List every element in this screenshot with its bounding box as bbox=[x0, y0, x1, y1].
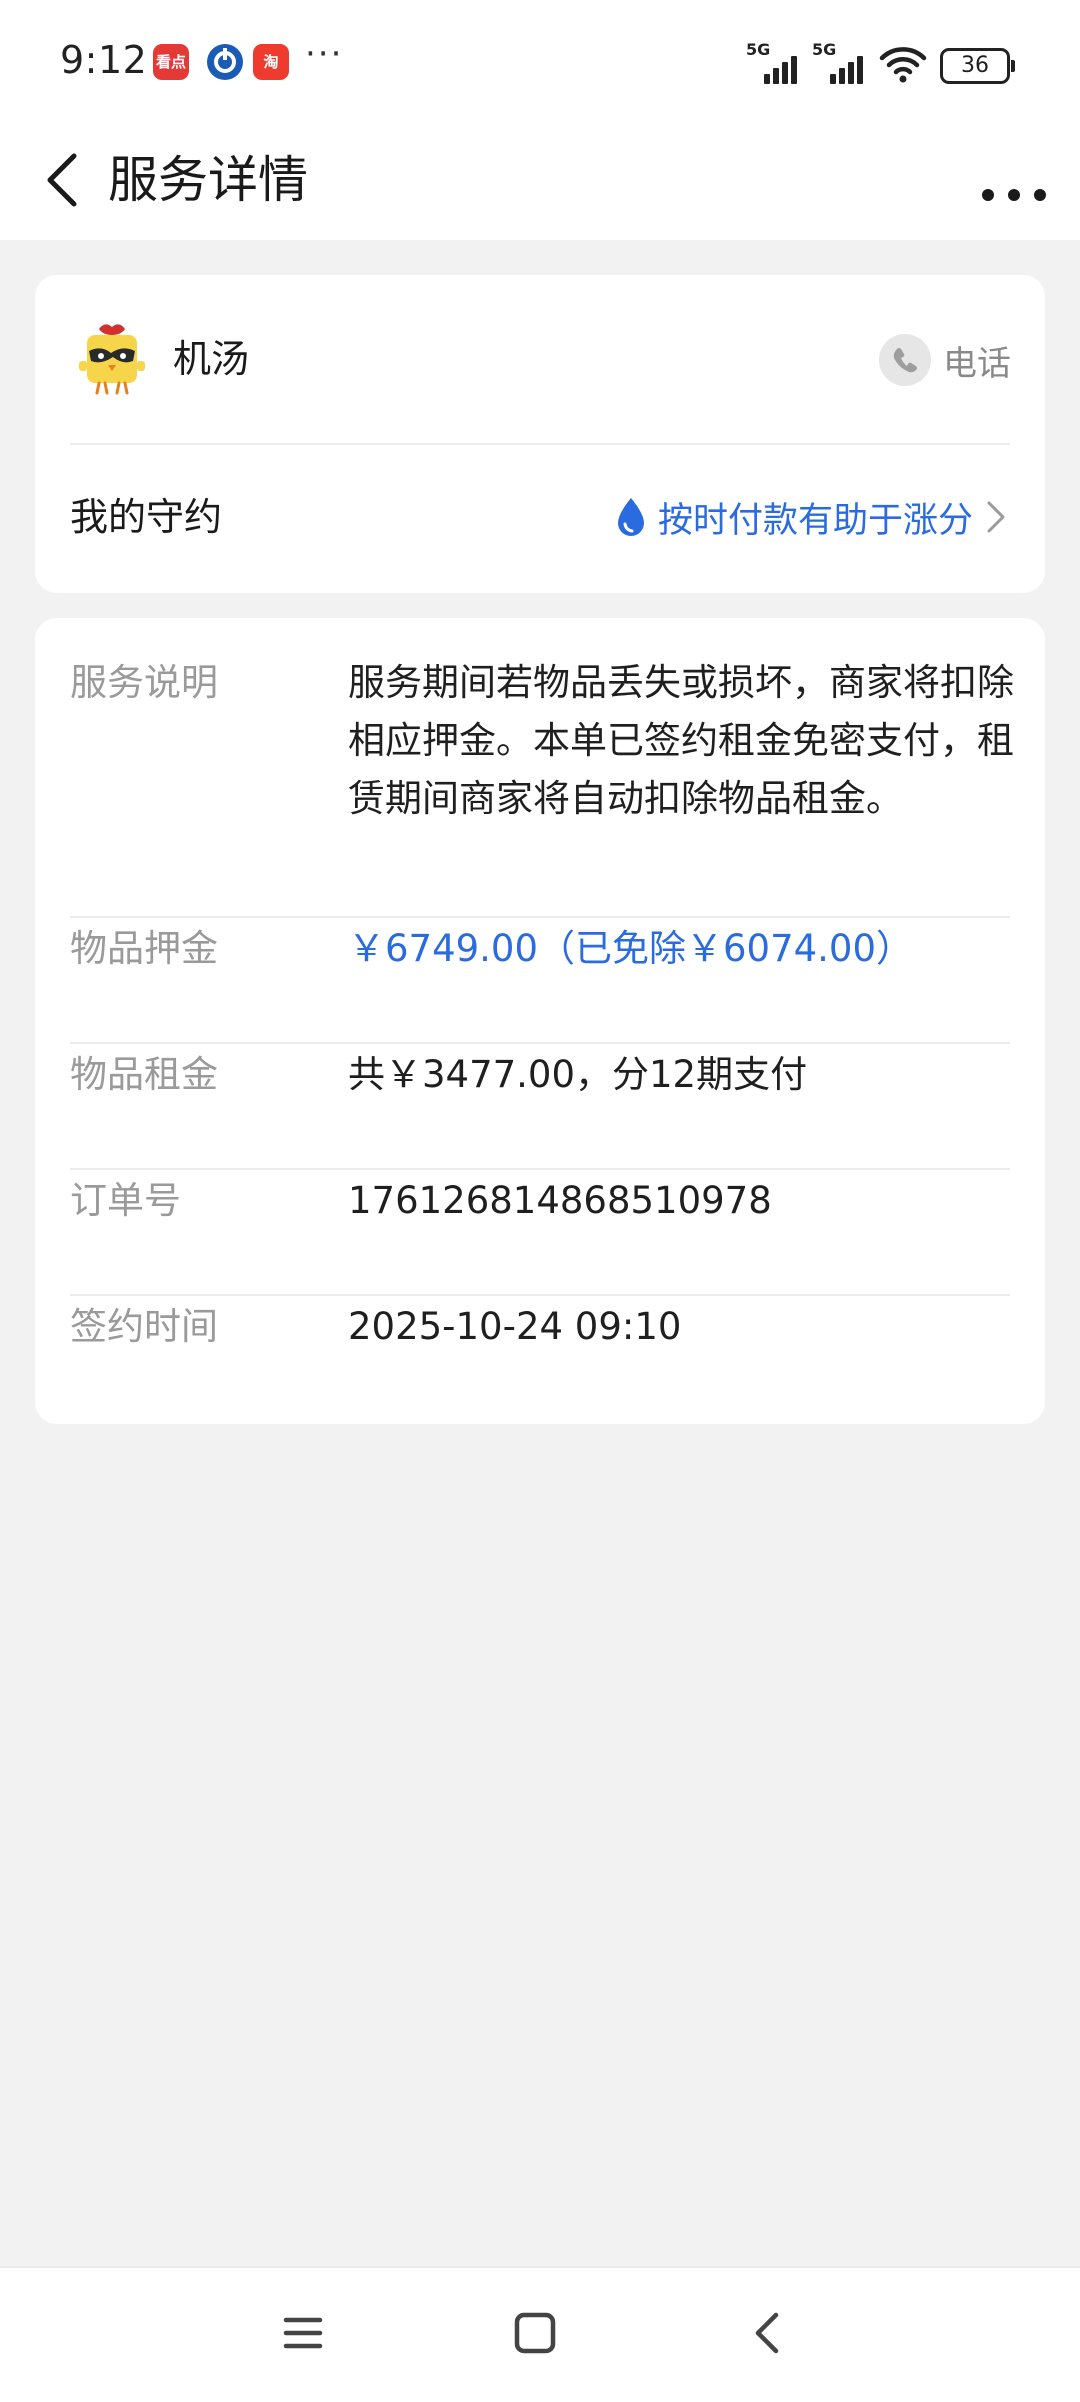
detail-key-signed-time: 签约时间 bbox=[70, 1305, 218, 1348]
taobao-app-icon: 淘 bbox=[253, 44, 289, 80]
merchant-name: 机汤 bbox=[173, 337, 250, 381]
detail-key-description: 服务说明 bbox=[70, 661, 218, 704]
detail-row-order-number: 订单号 176126814868510978 bbox=[35, 1172, 1045, 1272]
more-horizontal-icon bbox=[982, 189, 1046, 201]
promise-link-text: 按时付款有助于涨分 bbox=[657, 500, 973, 541]
promise-score-link[interactable]: 按时付款有助于涨分 bbox=[614, 493, 1009, 541]
phone-icon-badge bbox=[879, 334, 931, 386]
merchant-card: 机汤 电话 我的守约 按时付款有助于涨分 bbox=[35, 275, 1045, 593]
divider bbox=[70, 1042, 1010, 1044]
nav-home-button[interactable] bbox=[500, 2298, 570, 2368]
phone-button[interactable]: 电话 bbox=[879, 333, 1011, 387]
detail-value-signed-time: 2025-10-24 09:10 bbox=[348, 1305, 682, 1348]
nav-back-button[interactable] bbox=[732, 2298, 802, 2368]
promise-label: 我的守约 bbox=[70, 495, 223, 539]
kandian-app-icon: 看点 bbox=[153, 44, 189, 80]
app-header: 服务详情 bbox=[0, 120, 1080, 240]
merchant-row[interactable]: 机汤 电话 bbox=[35, 275, 1045, 443]
divider bbox=[70, 916, 1010, 918]
promise-row[interactable]: 我的守约 按时付款有助于涨分 bbox=[35, 445, 1045, 593]
status-more-notifications: ··· bbox=[305, 34, 344, 74]
phone-label: 电话 bbox=[943, 343, 1011, 384]
page-title: 服务详情 bbox=[108, 151, 308, 209]
detail-key-deposit: 物品押金 bbox=[70, 927, 218, 970]
detail-value-deposit: ￥6749.00（已免除￥6074.00） bbox=[348, 927, 914, 970]
water-drop-icon bbox=[617, 498, 644, 536]
status-time: 9:12 bbox=[60, 38, 148, 82]
status-indicators: 5G 5G 36 bbox=[746, 38, 1015, 84]
ccb-app-icon bbox=[207, 44, 243, 80]
divider bbox=[70, 1294, 1010, 1296]
detail-row-signed-time: 签约时间 2025-10-24 09:10 bbox=[35, 1298, 1045, 1398]
chevron-right-icon bbox=[987, 501, 1005, 533]
detail-row-rent: 物品租金 共￥3477.00，分12期支付 bbox=[35, 1046, 1045, 1146]
detail-row-deposit: 物品押金 ￥6749.00（已免除￥6074.00） bbox=[35, 920, 1045, 1020]
battery-indicator: 36 bbox=[940, 48, 1015, 84]
chevron-left-icon bbox=[47, 153, 77, 207]
divider bbox=[70, 1168, 1010, 1170]
chick-mascot-icon bbox=[79, 324, 145, 395]
detail-value-description: 服务期间若物品丢失或损坏，商家将扣除相应押金。本单已签约租金免密支付，租赁期间商… bbox=[348, 661, 1014, 820]
more-options-button[interactable] bbox=[978, 144, 1050, 216]
back-button[interactable] bbox=[30, 144, 102, 216]
detail-row-description: 服务说明 服务期间若物品丢失或损坏，商家将扣除相应押金。本单已签约租金免密支付，… bbox=[35, 654, 1045, 892]
menu-icon bbox=[283, 2317, 323, 2349]
nav-menu-button[interactable] bbox=[268, 2298, 338, 2368]
detail-key-order-number: 订单号 bbox=[70, 1179, 181, 1222]
detail-key-rent: 物品租金 bbox=[70, 1053, 218, 1096]
detail-value-rent: 共￥3477.00，分12期支付 bbox=[348, 1053, 808, 1096]
system-nav-bar bbox=[0, 2266, 1080, 2402]
status-bar: 9:12 看点 淘 ··· 5G 5G 36 bbox=[0, 0, 1080, 120]
detail-value-order-number[interactable]: 176126814868510978 bbox=[348, 1172, 1028, 1230]
signal-1-icon: 5G bbox=[746, 40, 800, 84]
home-square-icon bbox=[514, 2312, 556, 2354]
service-details-card: 服务说明 服务期间若物品丢失或损坏，商家将扣除相应押金。本单已签约租金免密支付，… bbox=[35, 618, 1045, 1424]
back-triangle-icon bbox=[755, 2312, 779, 2354]
wifi-icon bbox=[879, 47, 927, 83]
signal-2-icon: 5G bbox=[812, 40, 866, 84]
phone-icon bbox=[893, 348, 917, 373]
